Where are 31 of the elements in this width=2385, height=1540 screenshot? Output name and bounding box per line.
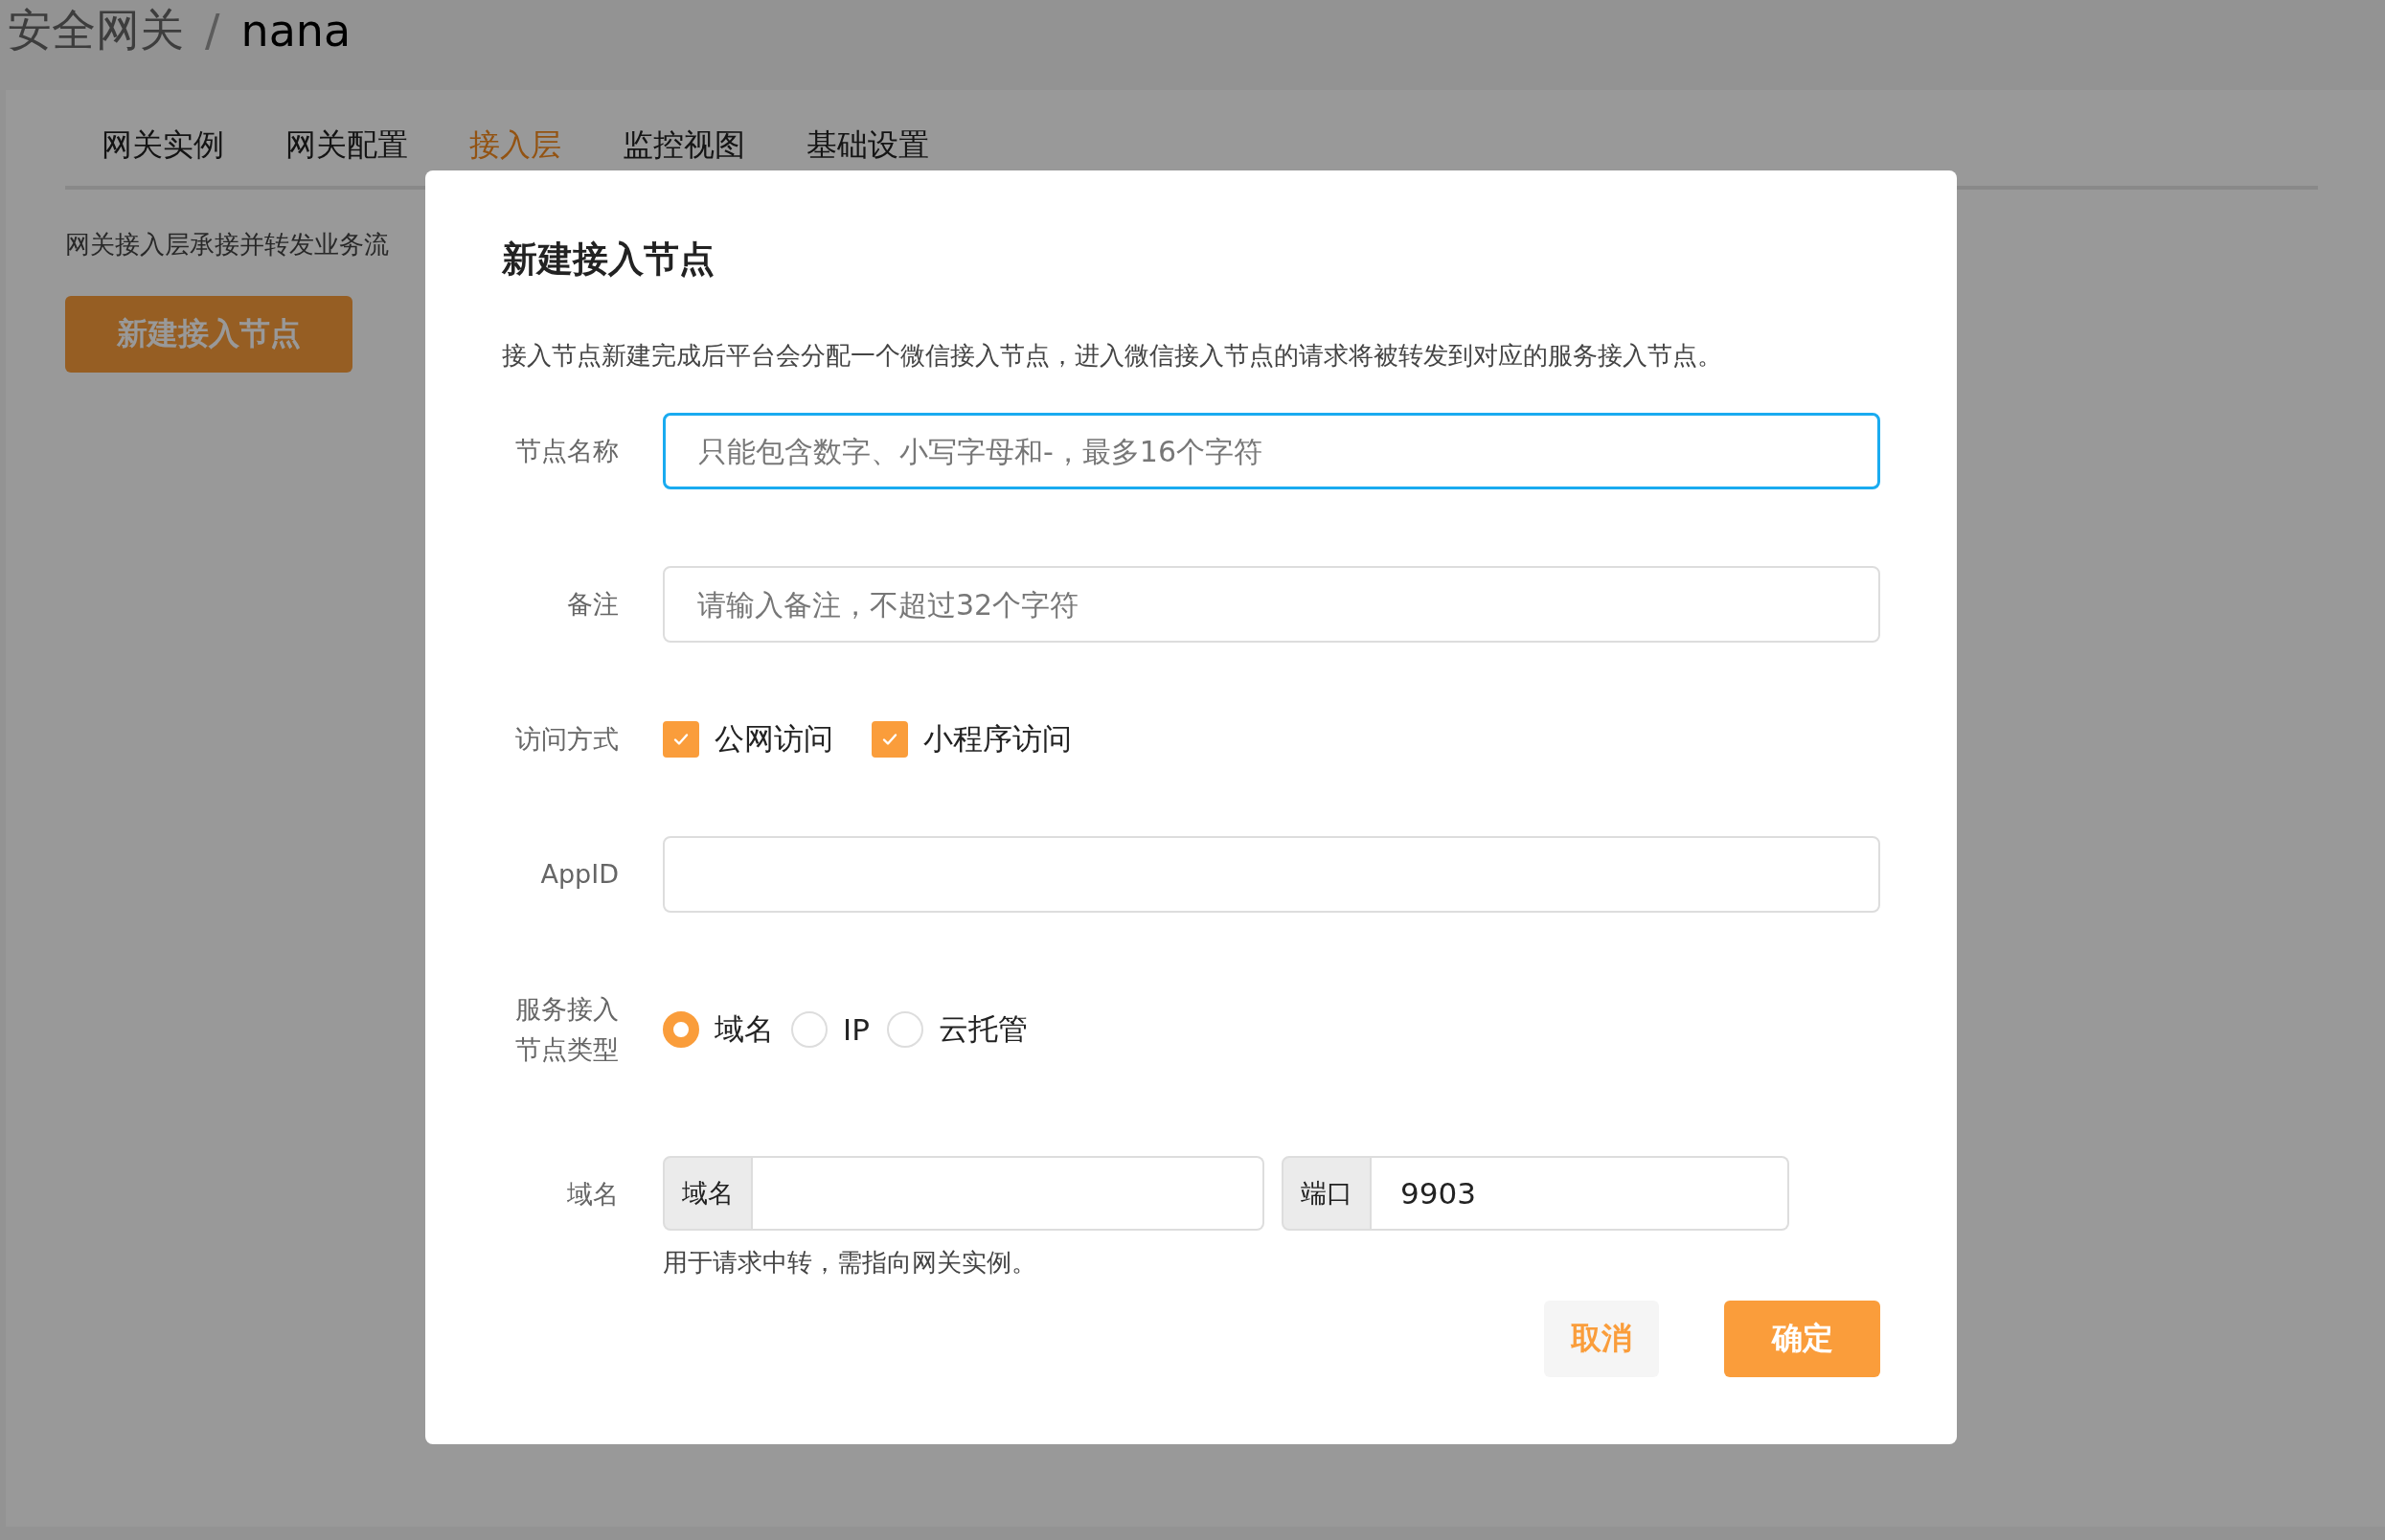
- breadcrumb-current: nana: [240, 5, 352, 57]
- dialog-title: 新建接入节点: [502, 238, 716, 282]
- field-label: 备注: [566, 588, 619, 622]
- field-label: 服务接入节点类型: [514, 993, 619, 1066]
- checkbox-label[interactable]: 小程序访问: [923, 719, 1072, 759]
- radio-label[interactable]: IP: [843, 1011, 870, 1047]
- radio-label[interactable]: 云托管: [938, 1008, 1028, 1050]
- tab[interactable]: 网关实例: [102, 125, 224, 167]
- dialog-description: 接入节点新建完成后平台会分配一个微信接入节点，进入微信接入节点的请求将被转发到对应的服务接入节点。: [502, 340, 1723, 372]
- checkbox[interactable]: [663, 721, 699, 758]
- field-label: AppID: [539, 858, 619, 892]
- field-label: 访问方式: [514, 723, 619, 757]
- breadcrumb-link[interactable]: 安全网关: [8, 1, 184, 60]
- radio-label[interactable]: 域名: [715, 1008, 774, 1050]
- radio-button[interactable]: [886, 1010, 923, 1048]
- tab[interactable]: 基础设置: [806, 125, 929, 167]
- field-label: 域名: [566, 1177, 619, 1211]
- input-field[interactable]: 9903: [1372, 1155, 1789, 1231]
- radio-button[interactable]: [663, 1010, 699, 1048]
- tab[interactable]: 网关配置: [285, 125, 408, 167]
- input-addon: 域名: [663, 1155, 753, 1231]
- input-field[interactable]: 只能包含数字、小写字母和-，最多16个字符: [663, 413, 1880, 489]
- page-description: 网关接入层承接并转发业务流: [65, 229, 389, 260]
- tab[interactable]: 监控视图: [623, 125, 745, 167]
- radio-button[interactable]: [791, 1010, 828, 1048]
- checkbox-label[interactable]: 公网访问: [715, 719, 833, 759]
- input-addon: 端口: [1282, 1155, 1372, 1231]
- checkbox[interactable]: [872, 721, 908, 758]
- breadcrumb-separator: /: [205, 5, 220, 57]
- field-hint: 用于请求中转，需指向网关实例。: [663, 1246, 1037, 1279]
- field-label: 节点名称: [514, 435, 619, 468]
